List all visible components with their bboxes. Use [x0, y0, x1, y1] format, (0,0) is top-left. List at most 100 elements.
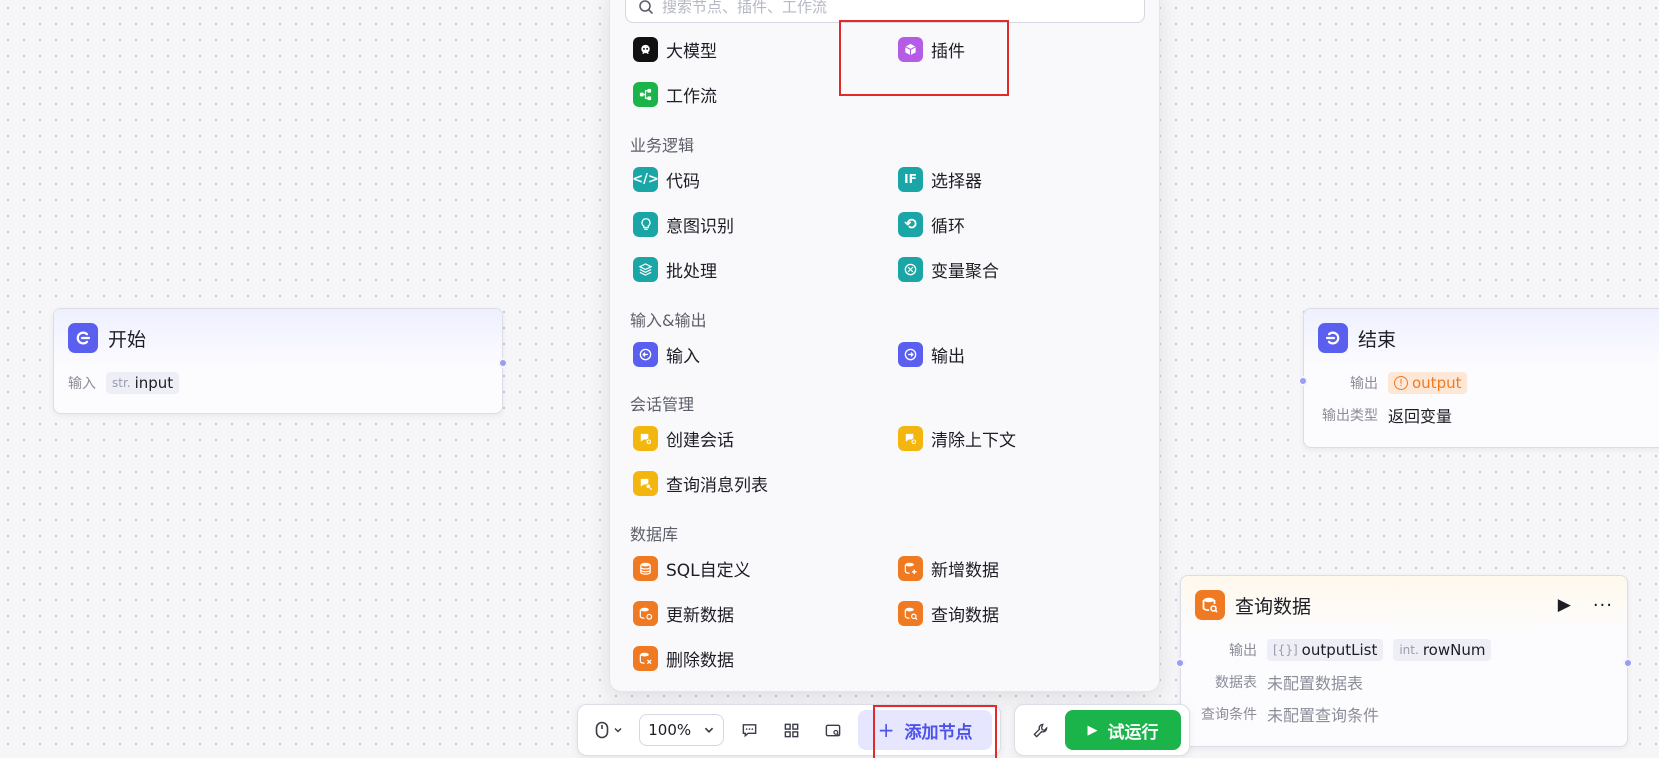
create-chat-icon: [633, 425, 658, 451]
end-node[interactable]: 结束 输出 ! output 输出类型 返回变量: [1298, 308, 1659, 448]
section-title-business-logic: 业务逻辑: [630, 136, 695, 155]
node-item-plugin[interactable]: 插件: [898, 34, 965, 64]
grid-layout-icon: [784, 723, 799, 737]
interaction-mode-button[interactable]: [586, 713, 631, 747]
node-item-label: 创建会话: [666, 430, 734, 451]
end-output-tag[interactable]: ! output: [1388, 372, 1468, 394]
run-node-icon[interactable]: ▶: [1558, 595, 1571, 615]
node-item-output[interactable]: 输出: [898, 339, 965, 369]
batch-layers-icon: [633, 256, 658, 282]
end-input-port[interactable]: [1298, 376, 1308, 386]
node-item-label: 查询消息列表: [666, 475, 768, 496]
database-add-icon: [898, 555, 923, 581]
search-icon: [639, 0, 653, 14]
query-output-name: rowNum: [1422, 641, 1486, 659]
node-item-label: 代码: [666, 171, 700, 192]
more-options-icon[interactable]: ···: [1593, 595, 1613, 616]
node-item-label: 变量聚合: [931, 261, 999, 282]
node-item-update-data[interactable]: 更新数据: [633, 598, 734, 628]
node-item-label: 输出: [931, 346, 965, 367]
query-node-header: 查询数据 ▶ ···: [1181, 576, 1627, 634]
node-item-clear-context[interactable]: 清除上下文: [898, 423, 1016, 453]
node-search-box[interactable]: [625, 0, 1145, 23]
llm-icon: [633, 36, 658, 62]
debug-tools-button[interactable]: [1023, 713, 1057, 747]
node-item-label: 工作流: [666, 86, 717, 107]
section-title-session: 会话管理: [630, 395, 695, 414]
minimap-button[interactable]: [816, 713, 850, 747]
node-item-workflow[interactable]: 工作流: [633, 79, 717, 109]
node-item-delete-data[interactable]: 删除数据: [633, 643, 734, 673]
query-output-type: [{}]: [1273, 643, 1298, 657]
end-output-type-label: 输出类型: [1322, 408, 1378, 424]
query-messages-icon: [633, 470, 658, 496]
workflow-icon: [633, 81, 658, 107]
query-table-label: 数据表: [1215, 675, 1257, 691]
node-item-label: 选择器: [931, 171, 982, 192]
input-arrow-icon: [633, 341, 658, 367]
end-node-header: 结束: [1304, 309, 1659, 367]
start-node-header: 开始: [54, 309, 502, 367]
node-item-query-messages[interactable]: 查询消息列表: [633, 468, 768, 498]
end-output-label: 输出: [1350, 376, 1378, 392]
query-input-port[interactable]: [1175, 658, 1185, 668]
end-output-type-row: 输出类型 返回变量: [1304, 399, 1659, 431]
add-node-button[interactable]: + 添加节点: [858, 710, 992, 750]
end-node-title: 结束: [1358, 328, 1397, 351]
comment-button[interactable]: [732, 713, 766, 747]
if-selector-icon: IF: [898, 166, 923, 192]
start-input-label: 输入: [68, 376, 96, 392]
loop-icon: ⟲: [898, 211, 923, 237]
start-node-title: 开始: [108, 328, 147, 351]
output-arrow-icon: [898, 341, 923, 367]
node-item-label: 清除上下文: [931, 430, 1016, 451]
end-icon: [1318, 323, 1348, 353]
auto-layout-button[interactable]: [774, 713, 808, 747]
query-condition-row: 查询条件 未配置查询条件: [1181, 698, 1627, 730]
query-output-port[interactable]: [1623, 658, 1633, 668]
node-item-query-data[interactable]: 查询数据: [898, 598, 999, 628]
node-item-label: 新增数据: [931, 560, 999, 581]
start-node[interactable]: 开始 输入 str. input: [53, 308, 508, 414]
node-item-create-chat[interactable]: 创建会话: [633, 423, 734, 453]
node-item-loop[interactable]: ⟲ 循环: [898, 209, 965, 239]
query-output-tag[interactable]: int. rowNum: [1393, 639, 1492, 661]
query-output-tag[interactable]: [{}] outputList: [1267, 639, 1384, 661]
node-item-code[interactable]: </> 代码: [632, 164, 700, 194]
query-output-name: outputList: [1301, 641, 1378, 659]
node-item-selector[interactable]: IF 选择器: [898, 164, 982, 194]
node-item-label: 查询数据: [931, 605, 999, 626]
node-item-intent[interactable]: 意图识别: [633, 209, 734, 239]
database-query-icon: [898, 600, 923, 626]
test-run-button[interactable]: ▶ 试运行: [1065, 710, 1181, 750]
database-query-icon: [1195, 590, 1225, 620]
zoom-select[interactable]: 100%: [639, 714, 725, 746]
minimap-icon: [825, 724, 841, 736]
start-icon: [68, 323, 98, 353]
query-output-row: 输出 [{}] outputList int. rowNum: [1181, 634, 1627, 666]
node-item-add-data[interactable]: 新增数据: [898, 553, 999, 583]
node-item-label: 大模型: [666, 41, 717, 62]
node-item-llm[interactable]: 大模型: [633, 34, 717, 64]
node-item-batch[interactable]: 批处理: [633, 254, 717, 284]
start-output-port[interactable]: [498, 358, 508, 368]
start-input-tag[interactable]: str. input: [106, 372, 180, 394]
node-search-input[interactable]: [662, 0, 1122, 16]
query-data-node[interactable]: 查询数据 ▶ ··· 输出 [{}] outputList int. rowNu…: [1175, 575, 1633, 747]
node-item-label: 更新数据: [666, 605, 734, 626]
zoom-value: 100%: [648, 721, 692, 739]
end-output-row: 输出 ! output: [1304, 367, 1659, 399]
node-item-sql-custom[interactable]: SQL自定义: [633, 553, 751, 583]
variable-merge-icon: [898, 256, 923, 282]
node-item-variable-merge[interactable]: 变量聚合: [898, 254, 999, 284]
end-output-value: output: [1412, 374, 1462, 392]
node-item-label: SQL自定义: [666, 560, 751, 581]
query-node-title: 查询数据: [1235, 595, 1312, 618]
node-item-label: 循环: [931, 216, 965, 237]
node-item-input[interactable]: 输入: [633, 339, 700, 369]
node-item-label: 输入: [666, 346, 700, 367]
plus-icon: +: [877, 718, 895, 742]
node-item-label: 批处理: [666, 261, 717, 282]
database-delete-icon: [633, 645, 658, 671]
start-input-name: input: [134, 374, 174, 392]
